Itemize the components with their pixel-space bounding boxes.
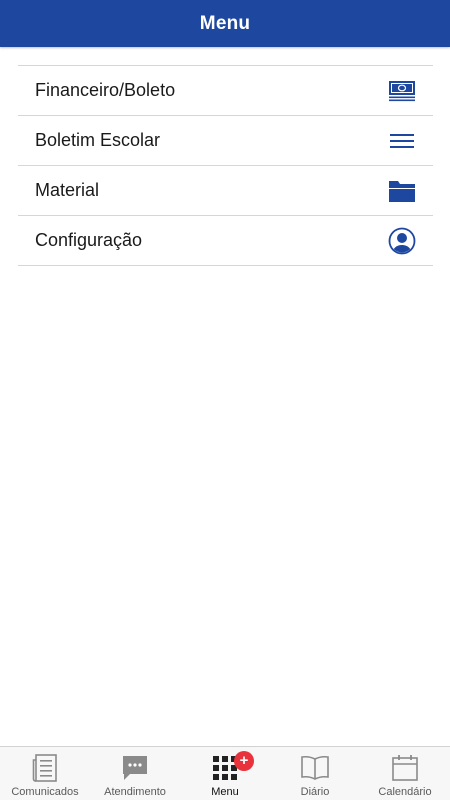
tab-comunicados[interactable]: Comunicados [0,747,90,800]
tab-label: Diário [300,786,330,798]
chat-icon [120,753,150,783]
menu-item-financeiro[interactable]: Financeiro/Boleto [18,66,433,116]
menu-item-label: Financeiro/Boleto [35,80,176,100]
tab-label: Menu [211,786,239,798]
tab-label: Comunicados [11,786,79,798]
calendar-icon [390,753,420,783]
tab-label: Calendário [378,786,432,798]
tab-atendimento[interactable]: Atendimento [90,747,180,800]
newspaper-icon [30,753,60,783]
list-icon [388,127,416,155]
bottom-tab-bar: Comunicados Atendimento + Menu Diário Ca… [0,746,450,800]
folder-icon [388,177,416,205]
notification-badge: + [234,751,254,771]
tab-label: Atendimento [104,786,166,798]
app-header: Menu [0,0,450,47]
menu-item-boletim[interactable]: Boletim Escolar [18,116,433,166]
menu-item-configuracao[interactable]: Configuração [18,216,433,266]
menu-item-material[interactable]: Material [18,166,433,216]
tab-calendario[interactable]: Calendário [360,747,450,800]
tab-diario[interactable]: Diário [270,747,360,800]
book-icon [300,753,330,783]
menu-item-label: Material [35,180,100,200]
menu-item-label: Boletim Escolar [35,130,161,150]
money-icon [388,77,416,105]
tab-menu[interactable]: + Menu [180,747,270,800]
page-title: Menu [199,12,251,34]
menu-list: Financeiro/Boleto Boletim Escolar Materi… [18,65,433,266]
menu-item-label: Configuração [35,230,143,250]
user-icon [388,227,416,255]
